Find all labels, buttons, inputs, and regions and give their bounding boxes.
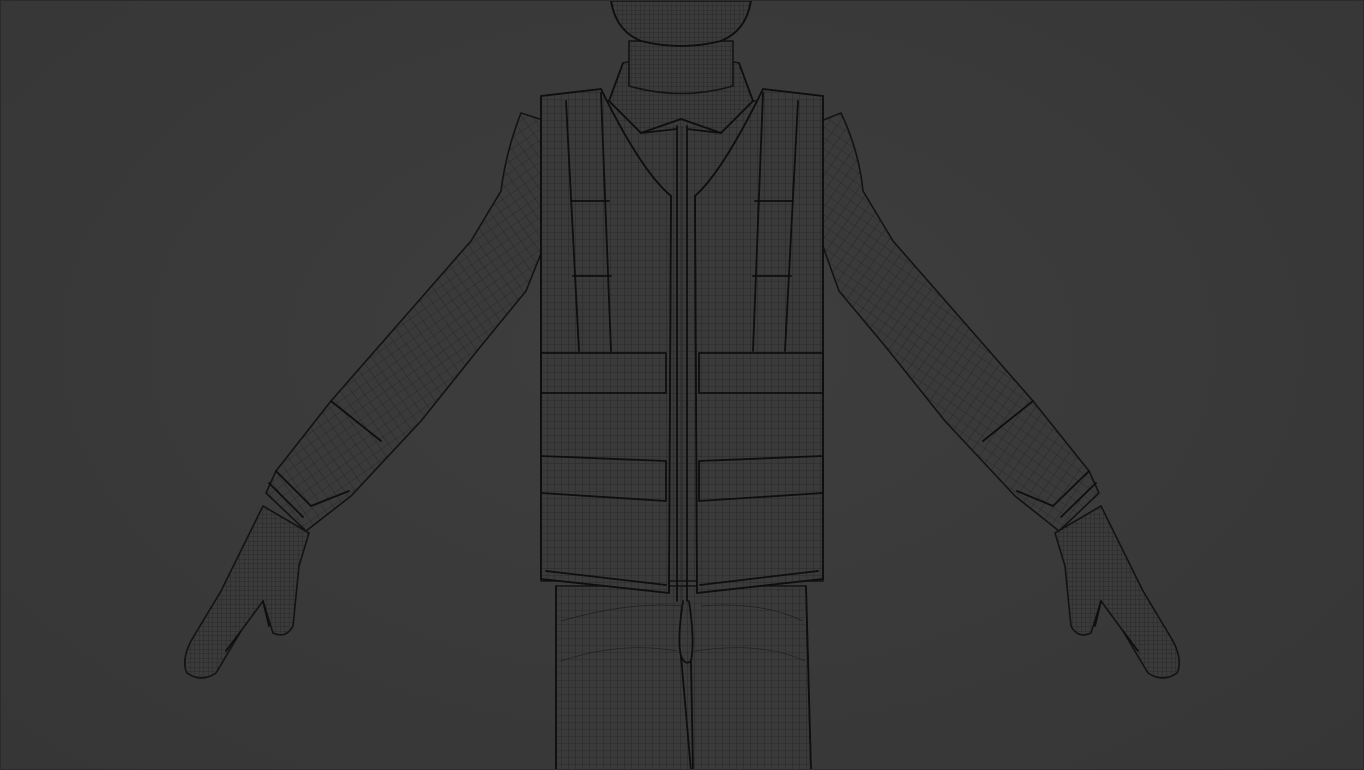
pants-mesh[interactable] <box>555 585 812 770</box>
left-glove-mesh[interactable] <box>183 505 310 679</box>
left-sleeve-mesh[interactable] <box>265 112 547 532</box>
right-sleeve-mesh[interactable] <box>820 112 1100 532</box>
right-glove-mesh[interactable] <box>1054 505 1181 679</box>
3d-viewport[interactable] <box>0 0 1364 770</box>
wireframe-canvas <box>183 1 1181 770</box>
head-mesh[interactable] <box>610 1 752 95</box>
